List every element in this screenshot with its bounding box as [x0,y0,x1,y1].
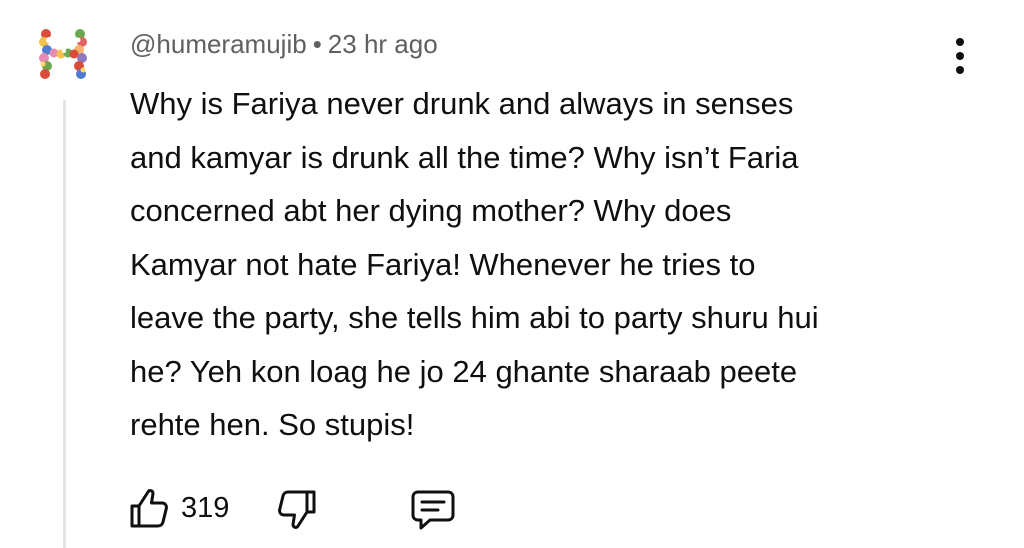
like-count: 319 [181,492,230,524]
dislike-button[interactable] [276,488,318,532]
more-vert-icon [956,38,964,46]
avatar[interactable] [34,26,94,84]
comment-text-line: rehte hen. So stupis! [130,407,415,442]
comment-text-line: concerned abt her dying mother? Why does [130,193,732,228]
thumbs-down-icon [278,490,316,529]
comment-text-line: and kamyar is drunk all the time? Why is… [130,139,799,175]
thread-line [63,100,66,548]
comment-text-line: Why is Fariya never drunk and always in … [130,86,794,121]
header-separator: • [312,29,322,59]
comment-text-line: he? Yeh kon loag he jo 24 ghante sharaab… [130,353,798,389]
more-options-button[interactable] [947,36,973,76]
floral-h-avatar-icon [39,29,87,79]
comment-reply-icon [411,490,455,530]
comment-text: Why is Fariya never drunk and always in … [130,77,980,452]
comment-header: @humeramujib • 23 hr ago [130,28,438,60]
thumbs-up-icon [130,489,168,528]
like-button[interactable] [128,486,170,530]
reply-button[interactable] [410,488,456,532]
comment-text-line: Kamyar not hate Fariya! Whenever he trie… [130,246,756,282]
comment-text-line: leave the party, she tells him abi to pa… [130,300,819,335]
more-vert-icon-dot [956,66,964,74]
comment-card: @humeramujib • 23 hr ago Why is Fariya nev… [0,0,1024,548]
timestamp[interactable]: 23 hr ago [328,29,438,59]
more-vert-icon-dot [956,52,964,60]
author-handle[interactable]: @humeramujib [130,29,307,59]
